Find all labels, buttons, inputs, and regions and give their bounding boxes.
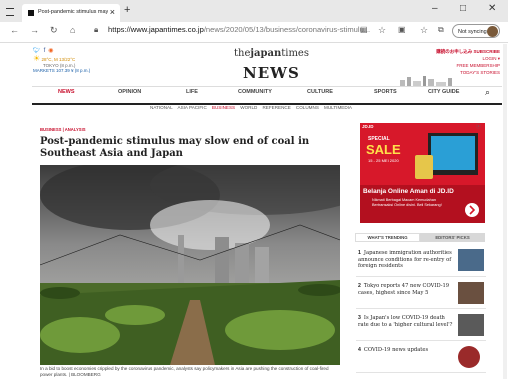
tab-close-icon[interactable]: ×	[110, 7, 115, 17]
breadcrumb[interactable]: BUSINESS | ANALYSIS	[40, 127, 86, 132]
sub-nav: NATIONAL ASIA PACIFIC BUSINESS WORLD REF…	[150, 105, 352, 110]
url-path: /news/2020/05/13/business/coronavirus-st…	[203, 25, 371, 34]
url-scheme: https://	[108, 25, 131, 34]
subnav-multimedia[interactable]: MULTIMEDIA	[324, 105, 352, 110]
subnav-asia-pacific[interactable]: ASIA PACIFIC	[178, 105, 207, 110]
url-field[interactable]: https://www.japantimes.co.jp/news/2020/0…	[108, 25, 370, 34]
new-tab-button[interactable]: +	[124, 4, 130, 16]
ad-sale-line2: SALE	[366, 142, 401, 157]
browser-tab[interactable]: Post-pandemic stimulus may slo ×	[22, 4, 120, 22]
favorite-star-icon[interactable]: ☆	[378, 25, 386, 36]
collections-icon[interactable]: ⧉	[438, 25, 444, 35]
trending-thumbnail[interactable]	[458, 314, 484, 336]
nav-community[interactable]: COMMUNITY	[238, 89, 272, 95]
extensions-icon[interactable]: ▣	[398, 25, 406, 34]
page-scrollbar[interactable]	[503, 44, 507, 379]
close-window-button[interactable]: ✕	[488, 3, 496, 14]
divider	[356, 308, 486, 309]
list-item[interactable]: 4 COVID-19 news updates	[358, 347, 453, 354]
divider	[356, 276, 486, 277]
header-right-links[interactable]: 購読のお申し込み SUBSCRIBE LOGIN ▾ FREE MEMBERSH…	[420, 48, 500, 76]
back-icon[interactable]: ←	[10, 25, 19, 35]
nav-culture[interactable]: CULTURE	[307, 89, 333, 95]
avatar	[487, 26, 498, 37]
section-title: NEWS	[243, 64, 300, 82]
nav-life[interactable]: LIFE	[186, 89, 198, 95]
url-domain: www.japantimes.co.jp	[130, 25, 204, 34]
ad-dates: 15 - 25 MEI 2020	[368, 158, 399, 163]
subnav-columns[interactable]: COLUMNS	[296, 105, 319, 110]
search-icon[interactable]: ⌕	[485, 87, 490, 98]
subscribe-link[interactable]: 購読のお申し込み SUBSCRIBE	[420, 48, 500, 55]
list-item[interactable]: 2 Tokyo reports 47 new COVID-19 cases, hi…	[358, 283, 453, 296]
subnav-reference[interactable]: REFERENCE	[262, 105, 290, 110]
trending-thumbnail[interactable]	[458, 249, 484, 271]
trending-thumbnail[interactable]	[458, 282, 484, 304]
nav-news[interactable]: NEWS	[58, 89, 75, 95]
divider	[356, 340, 486, 341]
refresh-icon[interactable]: ↻	[50, 25, 58, 36]
maximize-button[interactable]: □	[460, 3, 466, 14]
tab-title: Post-pandemic stimulus may slo	[38, 9, 108, 15]
lock-icon[interactable]: 🔒︎	[94, 25, 98, 35]
list-item[interactable]: 3 Is Japan's low COVID-19 death rate due …	[358, 315, 453, 328]
free-membership-link[interactable]: FREE MEMBERSHIP	[420, 62, 500, 69]
site-logo[interactable]: thejapantimes	[234, 48, 309, 59]
list-item[interactable]: 1 Japanese immigration authorities announ…	[358, 250, 453, 270]
window-menu-icon[interactable]	[6, 8, 14, 16]
weather-widget: ☀ 28°C, M 13/22°C TOKYO (8 p.m.) MARKETS…	[33, 54, 90, 74]
ad-headline: Belanja Online Aman di JD.ID	[363, 188, 454, 195]
weather-city: TOKYO (8 p.m.)	[43, 62, 76, 68]
subnav-world[interactable]: WORLD	[240, 105, 257, 110]
sync-label: Not syncing	[458, 29, 487, 35]
minimize-button[interactable]: –	[432, 3, 438, 14]
nav-opinion[interactable]: OPINION	[118, 89, 141, 95]
favorites-bar-icon[interactable]: ☆	[420, 25, 428, 36]
photo-caption: In a bid to boost economies crippled by …	[40, 366, 329, 377]
article-photo	[40, 165, 340, 365]
sun-icon: ☀	[33, 54, 41, 63]
nav-sports[interactable]: SPORTS	[374, 89, 397, 95]
rss-icon[interactable]: ◉	[48, 48, 56, 54]
ad-brand: JD.ID	[362, 124, 374, 129]
weather-temp: 28°C, M 13/22°C	[41, 57, 76, 62]
subnav-national[interactable]: NATIONAL	[150, 105, 173, 110]
site-favicon-icon	[28, 10, 34, 16]
home-icon[interactable]: ⌂	[70, 25, 75, 35]
nav-city-guide[interactable]: CITY GUIDE	[428, 89, 459, 95]
profile-sync-button[interactable]: Not syncing	[452, 24, 500, 38]
forward-icon[interactable]: →	[30, 25, 39, 35]
ad-subtext: Nikmati Berbagai Macam Kemudahan Bertran…	[372, 198, 442, 207]
skyline-illustration	[400, 76, 452, 86]
markets-link[interactable]: MARKETS 107.39 ¥ (8 p.m.)	[33, 68, 90, 73]
divider	[356, 372, 486, 373]
reader-view-icon[interactable]: ▤	[360, 25, 368, 34]
ad-close-icon[interactable]: ⓧ	[476, 123, 481, 130]
tab-editors-picks[interactable]: EDITORS' PICKS	[420, 233, 485, 242]
tab-whats-trending[interactable]: WHAT'S TRENDING	[355, 233, 420, 242]
login-link[interactable]: LOGIN ▾	[420, 55, 500, 62]
subnav-business[interactable]: BUSINESS	[212, 105, 235, 110]
social-links[interactable]: 🐦︎f◉	[33, 47, 57, 54]
article-headline: Post-pandemic stimulus may slow end of c…	[40, 136, 310, 159]
trending-thumbnail[interactable]	[458, 346, 480, 368]
